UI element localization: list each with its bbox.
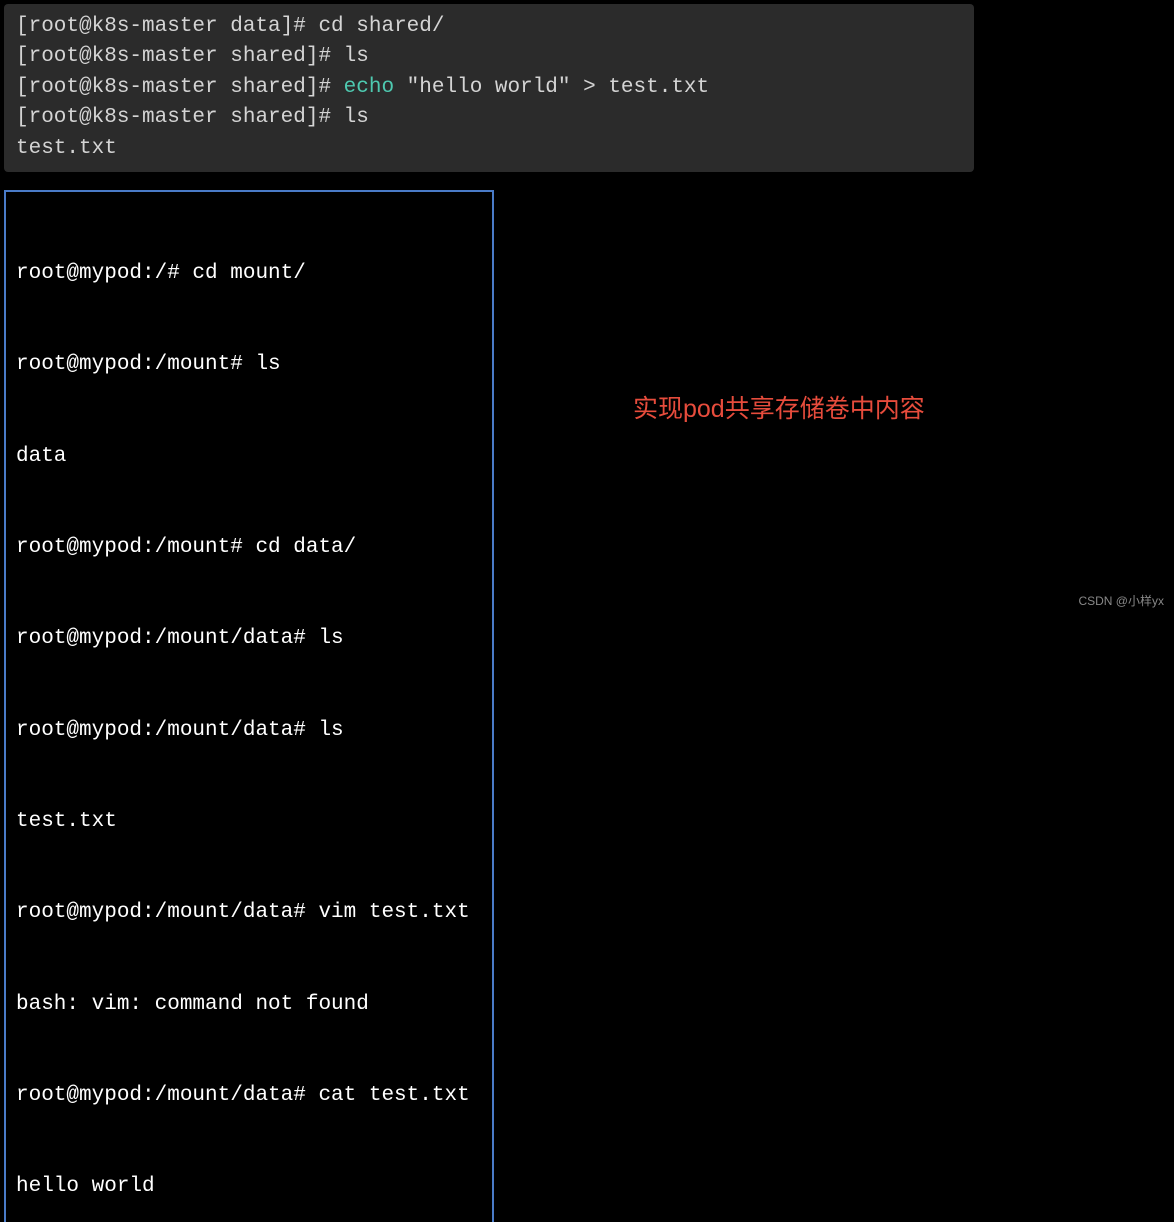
terminal-error: bash: vim: command not found — [16, 990, 482, 1020]
terminal-line: [root@k8s-master shared]# ls — [16, 103, 962, 133]
master-terminal[interactable]: [root@k8s-master data]# cd shared/ [root… — [4, 4, 974, 172]
terminal-line: root@mypod:/mount/data# vim test.txt — [16, 898, 482, 928]
terminal-output: hello world — [16, 1172, 482, 1202]
terminal-line: [root@k8s-master shared]# ls — [16, 42, 962, 72]
annotation-text: 实现pod共享存储卷中内容 — [633, 389, 925, 425]
terminal-line: root@mypod:/mount/data# ls — [16, 624, 482, 654]
terminal-line: root@mypod:/mount# ls — [16, 350, 482, 380]
terminal-line: root@mypod:/mount/data# cat test.txt — [16, 1081, 482, 1111]
pod-terminal[interactable]: root@mypod:/# cd mount/ root@mypod:/moun… — [4, 190, 494, 1222]
terminal-output: test.txt — [16, 134, 962, 164]
terminal-line: [root@k8s-master data]# cd shared/ — [16, 12, 962, 42]
watermark-text: CSDN @小样yx — [1078, 592, 1164, 609]
terminal-output: data — [16, 442, 482, 472]
terminal-output: test.txt — [16, 807, 482, 837]
terminal-line: root@mypod:/mount/data# ls — [16, 716, 482, 746]
terminal-line: root@mypod:/# cd mount/ — [16, 259, 482, 289]
terminal-line: root@mypod:/mount# cd data/ — [16, 533, 482, 563]
terminal-line: [root@k8s-master shared]# echo "hello wo… — [16, 73, 962, 103]
